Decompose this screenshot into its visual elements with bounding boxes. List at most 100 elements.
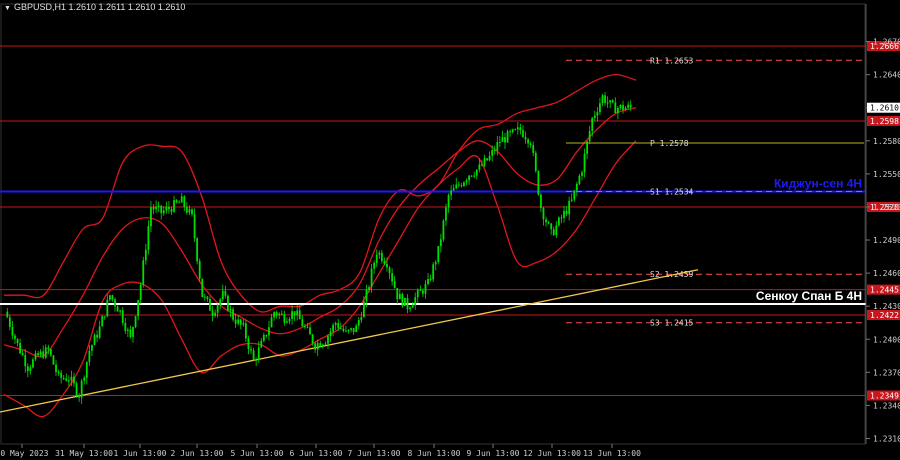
- level-price-label: 1.2349: [870, 391, 899, 400]
- candle-body: [283, 314, 286, 323]
- candle-body: [350, 328, 352, 330]
- candle-body: [139, 284, 142, 301]
- candle-body: [496, 142, 499, 151]
- candle-body: [504, 137, 506, 143]
- y-tick-label: 1.2670: [873, 38, 900, 47]
- candle-body: [486, 158, 488, 161]
- candle-body: [260, 340, 263, 348]
- price-chart[interactable]: 1.26661.25981.25201.24451.24221.2349Кидж…: [0, 0, 900, 460]
- symbol-text: GBPUSD,H1 1.2610 1.2611 1.2610 1.2610: [13, 2, 186, 12]
- candle-body: [216, 305, 219, 313]
- candle-body: [291, 311, 293, 319]
- candle-body: [401, 293, 404, 306]
- candle-body: [555, 225, 558, 236]
- candle-body: [150, 207, 152, 227]
- candle-body: [178, 202, 181, 204]
- candle-body: [522, 130, 524, 137]
- candle-body: [44, 347, 47, 358]
- dropdown-arrow-icon[interactable]: ▼: [4, 5, 11, 12]
- candle-body: [568, 200, 571, 215]
- candle-body: [532, 144, 535, 153]
- candle-body: [183, 196, 186, 207]
- candle-body: [339, 328, 342, 330]
- pivot-label: P 1.2578: [650, 139, 689, 148]
- candle-body: [124, 322, 127, 331]
- candle-body: [121, 310, 124, 323]
- candle-body: [180, 196, 183, 203]
- candle-body: [316, 343, 319, 350]
- candle-body: [278, 313, 281, 316]
- candle-body: [419, 290, 422, 292]
- candle-body: [201, 278, 204, 298]
- candle-body: [442, 220, 445, 240]
- candle-body: [357, 319, 360, 326]
- y-tick-label: 1.2340: [873, 401, 900, 410]
- candle-body: [550, 223, 553, 230]
- candle-body: [540, 194, 542, 209]
- candle-body: [91, 345, 93, 351]
- candle-body: [206, 296, 209, 300]
- candle-body: [60, 372, 63, 378]
- y-tick-label: 1.2640: [873, 71, 900, 80]
- candle-body: [509, 131, 512, 133]
- candle-body: [465, 180, 468, 183]
- y-tick-label: 1.2430: [873, 302, 900, 311]
- y-tick-label: 1.2490: [873, 236, 900, 245]
- candle-body: [450, 190, 453, 196]
- y-tick-label: 1.2580: [873, 137, 900, 146]
- candle-body: [337, 323, 340, 329]
- candle-body: [398, 293, 401, 300]
- candle-body: [239, 319, 242, 325]
- candle-body: [606, 102, 609, 104]
- candle-body: [29, 367, 32, 372]
- candle-body: [24, 355, 27, 367]
- candle-body: [237, 319, 240, 324]
- x-tick-label: 6 Jun 13:00: [290, 449, 343, 458]
- candle-body: [165, 206, 168, 211]
- candle-body: [609, 100, 612, 103]
- candle-body: [8, 317, 11, 327]
- candle-body: [62, 377, 65, 379]
- candle-body: [80, 380, 83, 398]
- candle-body: [175, 200, 178, 203]
- x-tick-label: 2 Jun 13:00: [171, 449, 224, 458]
- candle-body: [119, 310, 122, 312]
- candle-body: [126, 329, 129, 331]
- candle-body: [265, 334, 268, 336]
- candle-body: [232, 309, 234, 320]
- level-price-label: 1.2422: [870, 311, 899, 320]
- candle-body: [209, 299, 211, 311]
- candle-body: [42, 351, 45, 358]
- candle-body: [83, 377, 86, 381]
- candle-body: [88, 350, 91, 362]
- candle-body: [416, 290, 419, 298]
- candle-body: [327, 336, 329, 344]
- candle-body: [547, 222, 550, 224]
- candle-body: [155, 206, 157, 210]
- candle-body: [627, 104, 630, 108]
- candle-body: [383, 261, 386, 264]
- candle-body: [342, 328, 345, 332]
- candle-body: [534, 152, 537, 171]
- candle-body: [552, 229, 555, 236]
- candle-body: [39, 351, 42, 356]
- candle-body: [619, 104, 622, 109]
- candle-body: [475, 169, 478, 176]
- candle-body: [93, 334, 96, 346]
- x-tick-label: 30 May 2023: [0, 449, 49, 458]
- candle-body: [109, 295, 111, 300]
- candle-body: [527, 139, 529, 144]
- candle-body: [434, 262, 437, 265]
- candle-body: [193, 214, 196, 239]
- candle-body: [147, 226, 150, 250]
- candle-body: [347, 329, 350, 331]
- candle-body: [424, 284, 427, 294]
- candle-body: [26, 366, 29, 372]
- candle-body: [614, 102, 617, 114]
- candle-body: [388, 267, 391, 274]
- candle-body: [583, 153, 586, 173]
- candle-body: [604, 95, 606, 104]
- x-tick-label: 9 Jun 13:00: [467, 449, 520, 458]
- candle-body: [270, 317, 273, 328]
- candle-body: [457, 184, 460, 186]
